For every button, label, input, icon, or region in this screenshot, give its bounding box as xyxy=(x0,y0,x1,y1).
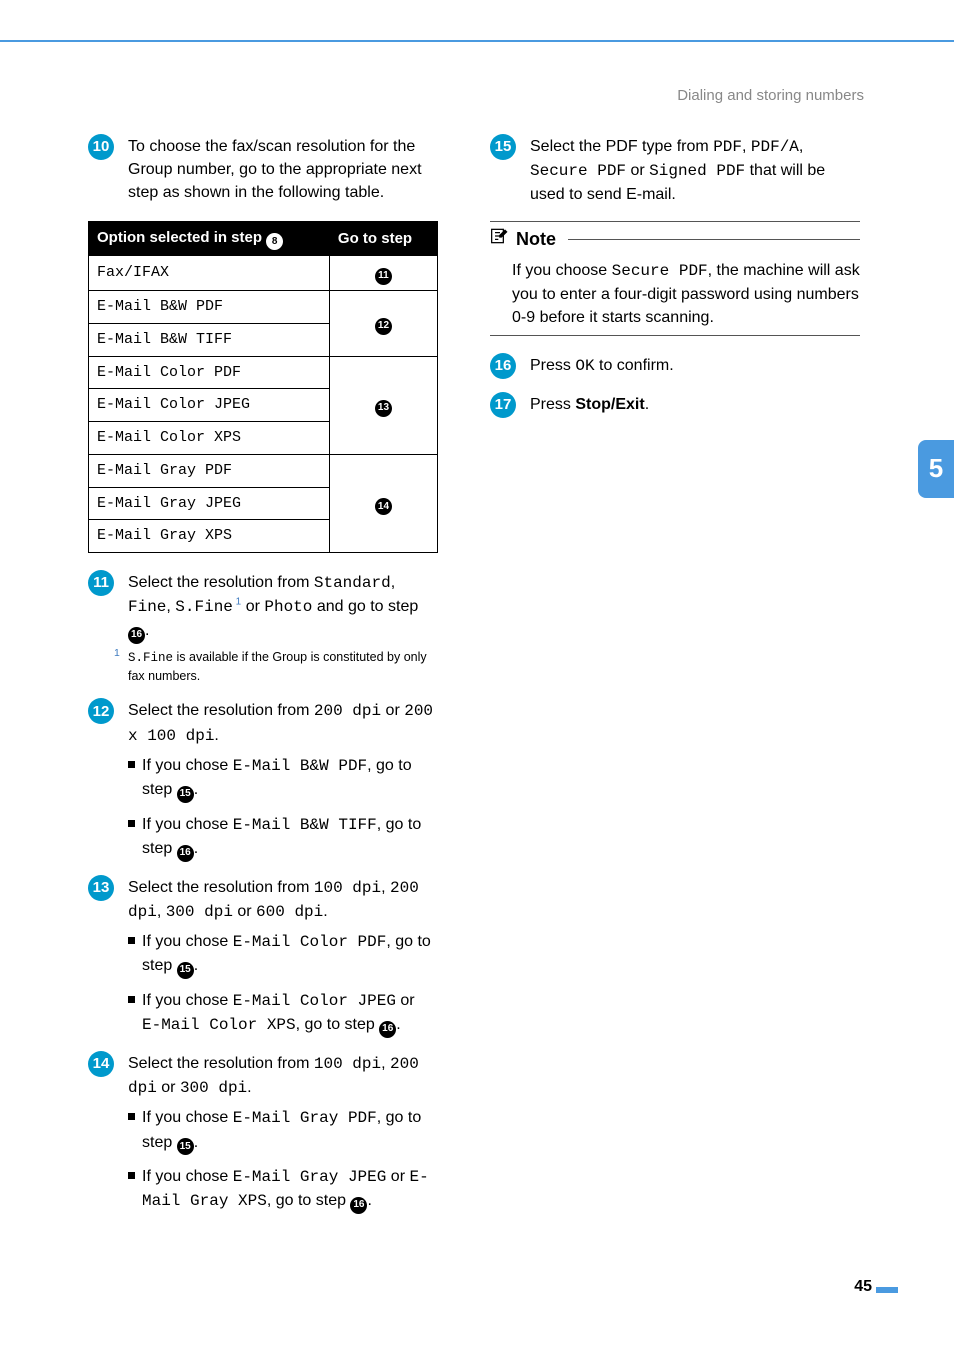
step-14: 14 Select the resolution from 100 dpi, 2… xyxy=(88,1052,438,1214)
step-text: Press Stop/Exit. xyxy=(530,393,860,416)
footnote-1: 1 S.Fine is available if the Group is co… xyxy=(128,648,438,685)
step-10: 10 To choose the fax/scan resolution for… xyxy=(88,135,438,205)
list-item: If you chose E-Mail B&W TIFF, go to step… xyxy=(128,813,438,862)
step-text: Select the resolution from 100 dpi, 200 … xyxy=(128,876,438,924)
note-title: Note xyxy=(516,226,556,252)
step-bullet: 17 xyxy=(490,392,516,418)
note-rule xyxy=(568,239,860,240)
step-bullet: 13 xyxy=(88,875,114,901)
list-item: If you chose E-Mail B&W PDF, go to step … xyxy=(128,754,438,803)
step-text: Select the resolution from Standard, Fin… xyxy=(128,571,438,644)
table-header-step: Go to step xyxy=(329,221,437,256)
chapter-tab: 5 xyxy=(918,440,954,498)
page-mark xyxy=(876,1287,898,1293)
note-icon xyxy=(490,226,510,253)
step-16: 16 Press OK to confirm. xyxy=(490,354,860,379)
note-rule-bottom xyxy=(490,335,860,336)
step-bullet: 11 xyxy=(88,570,114,596)
step-11: 11 Select the resolution from Standard, … xyxy=(88,571,438,685)
step-13: 13 Select the resolution from 100 dpi, 2… xyxy=(88,876,438,1038)
list-item: If you chose E-Mail Color PDF, go to ste… xyxy=(128,930,438,979)
step-bullet: 16 xyxy=(490,353,516,379)
step-text: Press OK to confirm. xyxy=(530,354,860,378)
step-17: 17 Press Stop/Exit. xyxy=(490,393,860,418)
step-text: To choose the fax/scan resolution for th… xyxy=(128,135,438,205)
step-text: Select the PDF type from PDF, PDF/A, Sec… xyxy=(530,135,860,207)
page-number: 45 xyxy=(854,1275,872,1298)
top-rule xyxy=(0,40,954,42)
note-block: Note If you choose Secure PDF, the machi… xyxy=(490,221,860,337)
step-12: 12 Select the resolution from 200 dpi or… xyxy=(88,699,438,861)
list-item: If you chose E-Mail Gray JPEG or E-Mail … xyxy=(128,1165,438,1214)
step-text: Select the resolution from 100 dpi, 200 … xyxy=(128,1052,438,1100)
step-bullet: 15 xyxy=(490,134,516,160)
step-bullet: 10 xyxy=(88,134,114,160)
step-text: Select the resolution from 200 dpi or 20… xyxy=(128,699,438,747)
table-header-option: Option selected in step 8 xyxy=(89,221,330,256)
step-bullet: 12 xyxy=(88,698,114,724)
note-body: If you choose Secure PDF, the machine wi… xyxy=(512,259,860,330)
list-item: If you chose E-Mail Color JPEG or E-Mail… xyxy=(128,989,438,1038)
step-15: 15 Select the PDF type from PDF, PDF/A, … xyxy=(490,135,860,207)
page-header: Dialing and storing numbers xyxy=(677,85,864,107)
option-step-table: Option selected in step 8 Go to step Fax… xyxy=(88,221,438,554)
step-bullet: 14 xyxy=(88,1051,114,1077)
list-item: If you chose E-Mail Gray PDF, go to step… xyxy=(128,1106,438,1155)
